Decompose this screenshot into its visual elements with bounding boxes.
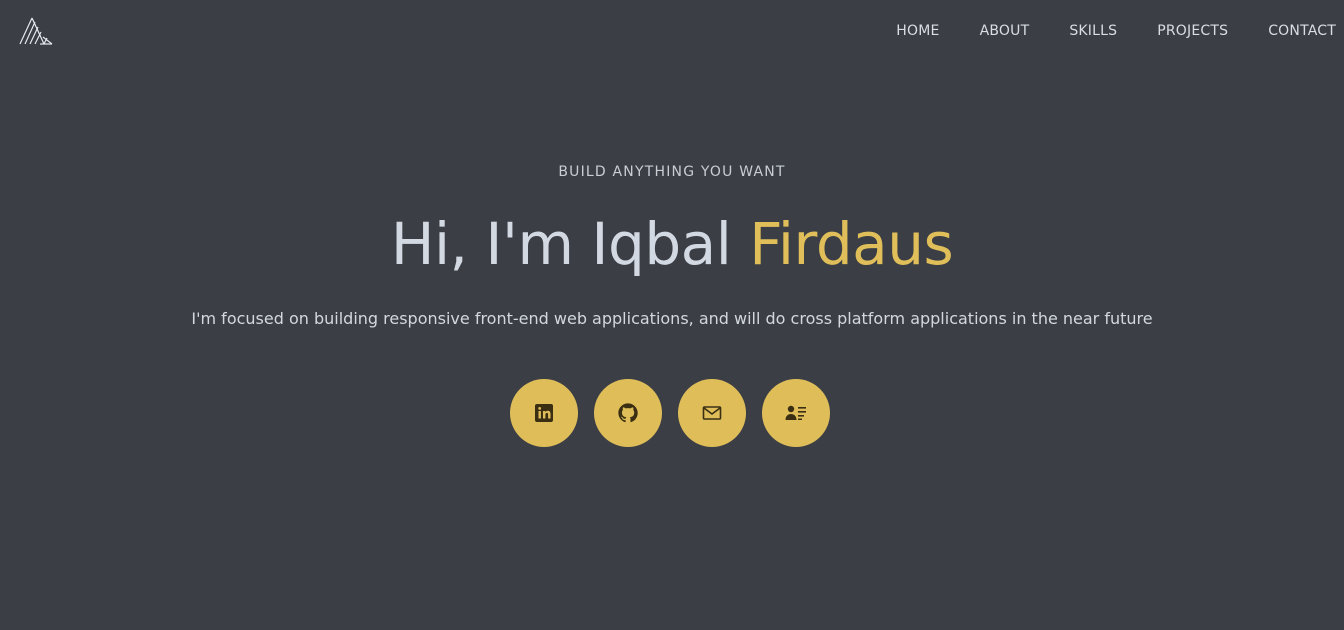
email-button[interactable] (678, 379, 746, 447)
logo-mark-icon (19, 17, 53, 45)
page: HOME ABOUT SKILLS PROJECTS CONTACT BUILD… (0, 0, 1344, 630)
linkedin-button[interactable] (510, 379, 578, 447)
headline-prefix: Hi, I'm Iqbal (390, 210, 750, 278)
hero-eyebrow: BUILD ANYTHING YOU WANT (558, 164, 786, 180)
hero-tagline: I'm focused on building responsive front… (191, 309, 1153, 328)
github-button[interactable] (594, 379, 662, 447)
logo[interactable] (18, 16, 54, 48)
nav-item-skills[interactable]: SKILLS (1069, 22, 1117, 40)
nav-item-about[interactable]: ABOUT (980, 22, 1030, 40)
mail-icon (702, 406, 722, 420)
social-links (510, 379, 830, 447)
nav-item-projects[interactable]: PROJECTS (1157, 22, 1228, 40)
contact-card-icon (785, 405, 806, 420)
github-icon (618, 403, 638, 423)
resume-button[interactable] (762, 379, 830, 447)
linkedin-icon (535, 404, 553, 422)
main-nav: HOME ABOUT SKILLS PROJECTS CONTACT (856, 22, 1336, 40)
hero-headline: Hi, I'm Iqbal Firdaus (0, 212, 1344, 276)
nav-item-contact[interactable]: CONTACT (1268, 22, 1336, 40)
headline-accent: Firdaus (749, 210, 954, 278)
nav-item-home[interactable]: HOME (896, 22, 939, 40)
